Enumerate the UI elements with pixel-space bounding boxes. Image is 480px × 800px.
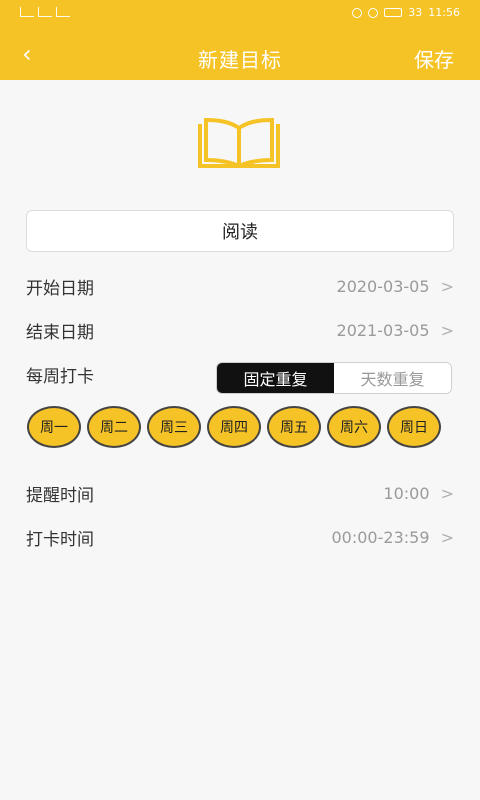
day-button-fri[interactable]: 周五 bbox=[267, 406, 321, 448]
day-button-sat[interactable]: 周六 bbox=[327, 406, 381, 448]
fixed-repeat-option[interactable]: 固定重复 bbox=[217, 363, 334, 393]
end-date-row[interactable]: 结束日期 2021-03-05 > bbox=[26, 315, 454, 345]
save-button[interactable]: 保存 bbox=[414, 44, 454, 73]
repeat-mode-toggle: 固定重复 天数重复 bbox=[216, 362, 452, 394]
chevron-right-icon: > bbox=[440, 276, 454, 296]
navbar: ‹ 新建目标 保存 bbox=[0, 30, 480, 80]
status-left bbox=[20, 7, 70, 17]
start-date-value: 2020-03-05 bbox=[336, 276, 430, 296]
start-date-label: 开始日期 bbox=[26, 278, 94, 299]
reminder-time-value-wrap: 10:00 > bbox=[383, 484, 454, 503]
start-date-value-wrap: 2020-03-05 > bbox=[337, 277, 454, 296]
end-date-value-wrap: 2021-03-05 > bbox=[337, 321, 454, 340]
reminder-time-value: 10:00 bbox=[383, 483, 430, 503]
goal-name: 阅读 bbox=[222, 222, 258, 243]
checkin-time-label: 打卡时间 bbox=[26, 529, 94, 550]
weekly-checkin-label: 每周打卡 bbox=[26, 366, 94, 387]
weekday-selector: 周一 周二 周三 周四 周五 周六 周日 bbox=[27, 406, 441, 448]
status-right: 33 11:56 bbox=[352, 6, 460, 19]
status-time: 11:56 bbox=[428, 6, 460, 19]
page-title: 新建目标 bbox=[198, 48, 282, 72]
end-date-label: 结束日期 bbox=[26, 322, 94, 343]
status-bar: 33 11:56 bbox=[0, 0, 480, 30]
app-header: 33 11:56 ‹ 新建目标 保存 bbox=[0, 0, 480, 80]
end-date-value: 2021-03-05 bbox=[336, 320, 430, 340]
day-button-wed[interactable]: 周三 bbox=[147, 406, 201, 448]
sim-icon bbox=[20, 7, 34, 17]
battery-level: 33 bbox=[408, 6, 423, 19]
chevron-right-icon: > bbox=[440, 320, 454, 340]
vibrate-icon bbox=[368, 7, 379, 18]
reminder-time-label: 提醒时间 bbox=[26, 485, 94, 506]
signal-icon bbox=[56, 7, 70, 17]
day-button-tue[interactable]: 周二 bbox=[87, 406, 141, 448]
signal-icon bbox=[38, 7, 52, 17]
day-button-mon[interactable]: 周一 bbox=[27, 406, 81, 448]
chevron-right-icon: > bbox=[440, 483, 454, 503]
battery-icon bbox=[384, 8, 403, 17]
goal-name-input[interactable]: 阅读 bbox=[26, 210, 454, 252]
checkin-time-row[interactable]: 打卡时间 00:00-23:59 > bbox=[26, 522, 454, 552]
start-date-row[interactable]: 开始日期 2020-03-05 > bbox=[26, 271, 454, 301]
chevron-right-icon: > bbox=[440, 527, 454, 547]
reminder-time-row[interactable]: 提醒时间 10:00 > bbox=[26, 478, 454, 508]
days-repeat-option[interactable]: 天数重复 bbox=[334, 363, 451, 393]
checkin-time-value-wrap: 00:00-23:59 > bbox=[332, 528, 455, 547]
book-icon bbox=[198, 118, 280, 169]
day-button-sun[interactable]: 周日 bbox=[387, 406, 441, 448]
day-button-thu[interactable]: 周四 bbox=[207, 406, 261, 448]
checkin-time-value: 00:00-23:59 bbox=[331, 527, 430, 547]
alarm-icon bbox=[352, 7, 363, 18]
